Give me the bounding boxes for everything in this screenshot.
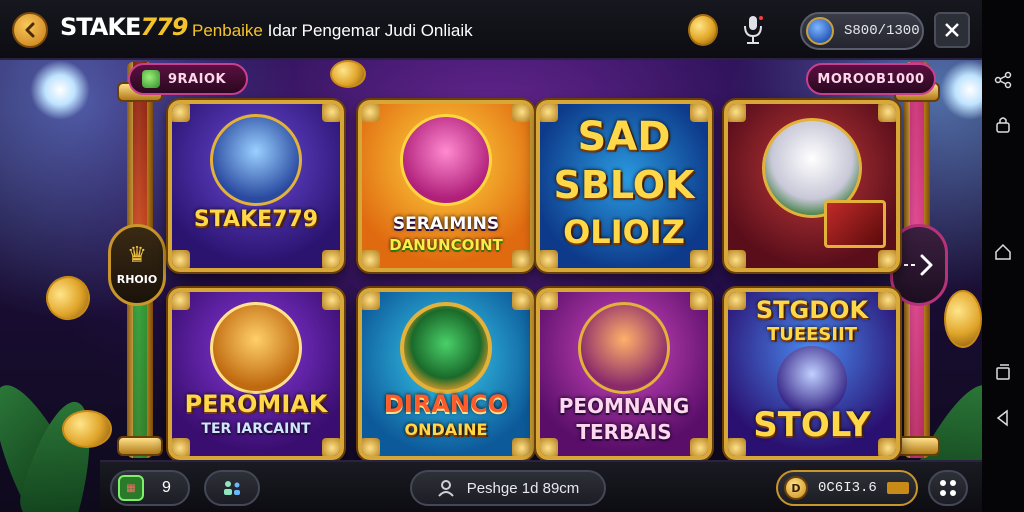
promo-banner-right[interactable]: MOROOB1000 (806, 63, 936, 95)
coin-icon[interactable] (688, 14, 718, 46)
game-title: PEROMIAK (184, 390, 328, 418)
wolf-character-art (210, 114, 302, 206)
clover-icon (142, 70, 160, 88)
tagline-part1: Penbaike (192, 21, 263, 40)
game-title-line2: SBLOK (553, 163, 695, 207)
users-icon (224, 481, 240, 495)
game-subtitle: ONDAINE (404, 420, 488, 439)
credit-value: 0C6I3.6 (818, 480, 877, 496)
balance-display[interactable]: S800/1300 (800, 12, 924, 50)
search-text: Peshge 1d 89cm (466, 479, 580, 497)
coin-decoration (330, 60, 366, 88)
left-badge-label: RHOIO (116, 272, 158, 286)
spotlight-left (30, 60, 90, 120)
gift-box-icon: ▦ (118, 475, 144, 501)
balance-value: S800/1300 (844, 23, 920, 39)
avatar-icon (806, 17, 834, 45)
game-card-seraimins[interactable]: SERAIMINS DANUNCOINT (358, 100, 534, 272)
recents-icon (996, 364, 1010, 380)
menu-grid-button[interactable] (928, 470, 968, 506)
crown-icon: ♛ (127, 242, 147, 268)
brand-main: STAKE (60, 13, 141, 41)
game-card-sad-sblok[interactable]: SAD SBLOK OLIOIZ (536, 100, 712, 272)
coin-decoration (39, 269, 97, 327)
game-title: STAKE779 (193, 207, 319, 232)
game-title-line3: STOLY (753, 405, 871, 445)
game-card-peomnang[interactable]: PEOMNANG TERBAIS (536, 288, 712, 460)
banner-left-label: 9RAIOK (168, 71, 227, 87)
left-menu-badge[interactable]: ♛ RHOIO (108, 224, 166, 306)
player-search-field[interactable]: Peshge 1d 89cm (410, 470, 606, 506)
lock-button[interactable] (993, 114, 1013, 134)
arrow-right-icon (904, 254, 933, 276)
brand-number: 779 (140, 13, 188, 41)
banner-right-label: MOROOB1000 (817, 71, 925, 87)
game-subtitle: TERBAIS (576, 420, 672, 444)
grid-icon (940, 480, 956, 496)
game-subtitle: DANUNCOINT (389, 236, 503, 254)
user-icon (437, 480, 454, 497)
recents-button[interactable] (993, 362, 1013, 382)
gift-counter-button[interactable]: ▦ 9 (110, 470, 190, 506)
category-banner-left[interactable]: 9RAIOK (128, 63, 248, 95)
game-card-stgdok[interactable]: STGDOK TUEESIIT STOLY (724, 288, 900, 460)
tagline: Penbaike Idar Pengemar Judi Onliaik (192, 21, 473, 41)
close-icon (945, 23, 959, 37)
jester-medallion-art (400, 302, 492, 394)
share-icon (994, 71, 1012, 89)
back-button[interactable] (12, 12, 48, 48)
brand-logo[interactable]: STAKE779 (60, 13, 188, 41)
close-button[interactable] (934, 12, 970, 48)
game-card-diranco[interactable]: DIRANCO ONDAINE (358, 288, 534, 460)
pillar-cap (117, 436, 163, 456)
system-back-button[interactable] (993, 408, 1013, 428)
coin-decoration (62, 410, 112, 448)
game-card-crown-panda[interactable] (724, 100, 900, 272)
back-arrow-icon (25, 22, 35, 38)
treasure-box-art (824, 200, 886, 248)
microphone-icon[interactable] (740, 14, 766, 46)
game-title: PEOMNANG (558, 394, 690, 418)
game-title: SAD (577, 114, 671, 160)
wallet-icon (886, 482, 909, 494)
game-card-stake779[interactable]: STAKE779 (168, 100, 344, 272)
spotlight-right (940, 60, 982, 120)
pillar-cap (894, 436, 940, 456)
lock-icon (996, 117, 1010, 133)
game-title: DIRANCO (383, 390, 508, 418)
coin-decoration (944, 290, 982, 348)
bottom-bar: ▦ 9 Peshge 1d 89cm D 0C6I3.6 (100, 460, 982, 512)
home-icon (995, 243, 1011, 260)
game-title: STGDOK (755, 296, 869, 324)
tagline-part2: Idar Pengemar Judi Onliaik (262, 21, 473, 40)
game-title-line3: OLIOIZ (563, 213, 685, 251)
game-title: SERAIMINS (392, 214, 500, 234)
game-card-peromiak[interactable]: PEROMIAK TER IARCAINT (168, 288, 344, 460)
gift-count: 9 (162, 479, 171, 496)
coin-icon: D (784, 476, 808, 500)
game-lobby-stage: 9RAIOK MOROOB1000 ♛ RHOIO STAKE779 SERAI… (0, 0, 982, 512)
viking-character-art (578, 302, 670, 394)
top-bar: STAKE779 Penbaike Idar Pengemar Judi Onl… (0, 0, 982, 60)
game-subtitle: TER IARCAINT (201, 421, 311, 437)
home-button[interactable] (993, 242, 1013, 262)
game-title-line2: TUEESIIT (766, 324, 858, 345)
credit-display[interactable]: D 0C6I3.6 (776, 470, 918, 506)
demon-character-art (400, 114, 492, 206)
share-button[interactable] (993, 70, 1013, 90)
lion-character-art (210, 302, 302, 394)
system-nav-bar (982, 0, 1024, 512)
friends-button[interactable] (204, 470, 260, 506)
triangle-back-icon (996, 409, 1008, 427)
